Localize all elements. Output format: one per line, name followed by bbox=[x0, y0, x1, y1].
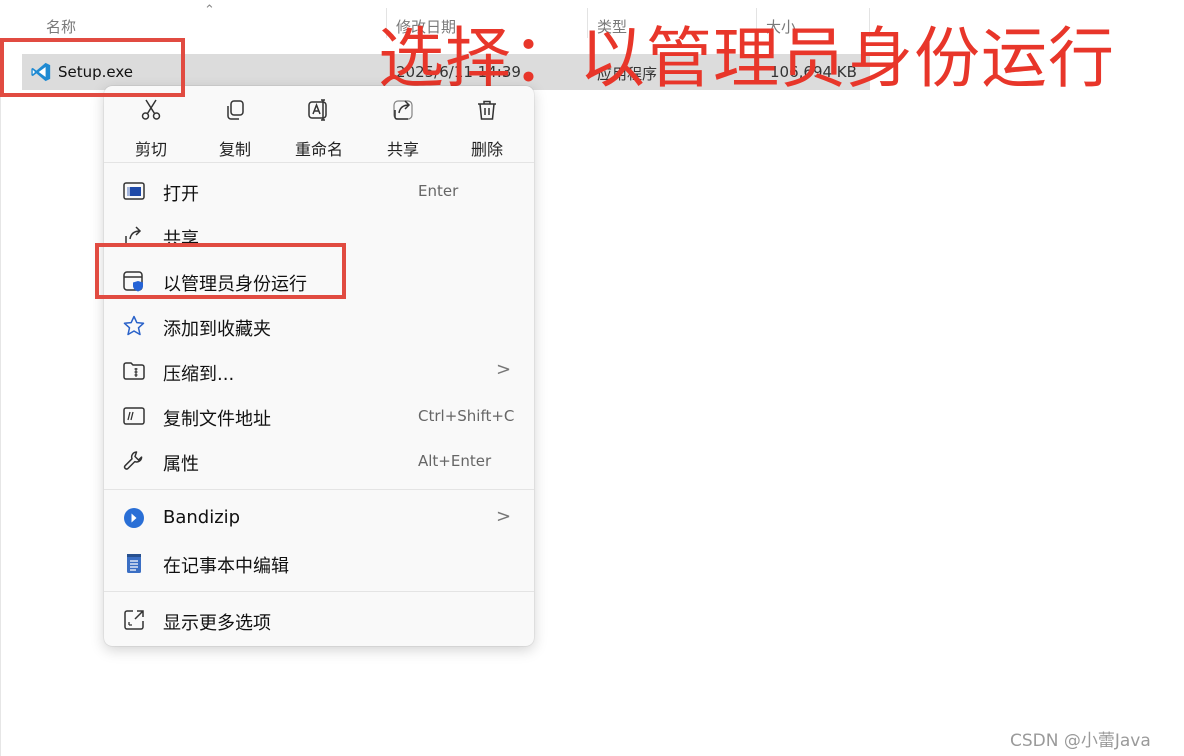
window-left-border bbox=[0, 0, 1, 756]
share-icon bbox=[393, 100, 413, 120]
menu-divider bbox=[104, 591, 534, 592]
cut-icon bbox=[141, 99, 161, 120]
menu-item-shortcut: Alt+Enter bbox=[418, 452, 492, 470]
menu-item-compress-to[interactable]: 压缩到... > bbox=[104, 349, 534, 393]
menu-item-label: 显示更多选项 bbox=[163, 613, 271, 634]
rename-icon bbox=[308, 99, 327, 121]
column-name[interactable]: 名称 bbox=[36, 0, 384, 38]
menu-item-label: 在记事本中编辑 bbox=[163, 556, 289, 577]
copy-path-icon bbox=[123, 407, 145, 425]
menu-item-bandizip[interactable]: Bandizip > bbox=[104, 496, 534, 540]
notepad-icon bbox=[127, 554, 141, 573]
more-options-icon bbox=[124, 610, 144, 630]
copy-button[interactable]: 复制 bbox=[200, 92, 270, 159]
wrench-icon bbox=[123, 451, 143, 470]
menu-item-label: 压缩到... bbox=[163, 364, 235, 385]
menu-divider bbox=[104, 162, 534, 163]
star-icon bbox=[123, 315, 145, 336]
submenu-chevron-icon: > bbox=[496, 359, 512, 380]
context-menu: 剪切 复制 重命名 共享 删除 打开 Enter 共享 以管理员身份运行 添加到… bbox=[104, 86, 534, 646]
rename-button[interactable]: 重命名 bbox=[284, 92, 354, 159]
menu-item-label: 属性 bbox=[163, 454, 199, 475]
menu-item-properties[interactable]: 属性 Alt+Enter bbox=[104, 439, 534, 483]
menu-divider bbox=[104, 489, 534, 490]
delete-button[interactable]: 删除 bbox=[452, 92, 522, 159]
share-quick-button[interactable]: 共享 bbox=[368, 92, 438, 159]
menu-item-copy-path[interactable]: 复制文件地址 Ctrl+Shift+C bbox=[104, 394, 534, 438]
menu-item-label: 复制文件地址 bbox=[163, 409, 271, 430]
menu-item-add-favorite[interactable]: 添加到收藏夹 bbox=[104, 304, 534, 348]
menu-item-label: 打开 bbox=[163, 184, 199, 205]
menu-item-shortcut: Ctrl+Shift+C bbox=[418, 407, 515, 425]
menu-item-shortcut: Enter bbox=[418, 182, 459, 200]
cut-button[interactable]: 剪切 bbox=[116, 92, 186, 159]
open-icon bbox=[123, 182, 145, 200]
cut-label: 剪切 bbox=[134, 140, 167, 159]
submenu-chevron-icon: > bbox=[496, 506, 512, 527]
watermark: CSDN @小蕾Java bbox=[1010, 731, 1151, 751]
annotation-text: 选择：以管理员身份运行 bbox=[378, 20, 1115, 97]
delete-icon bbox=[478, 100, 496, 120]
copy-label: 复制 bbox=[218, 140, 251, 159]
highlight-box-file bbox=[0, 38, 185, 97]
column-name-label: 名称 bbox=[46, 18, 77, 36]
rename-label: 重命名 bbox=[294, 140, 343, 159]
menu-item-show-more[interactable]: 显示更多选项 bbox=[104, 598, 534, 642]
copy-icon bbox=[227, 100, 244, 120]
highlight-box-run-as-admin bbox=[95, 243, 346, 299]
bandizip-icon bbox=[124, 508, 144, 528]
share-quick-label: 共享 bbox=[386, 140, 419, 159]
zip-folder-icon bbox=[123, 362, 145, 380]
menu-item-edit-notepad[interactable]: 在记事本中编辑 bbox=[104, 541, 534, 585]
menu-item-open[interactable]: 打开 Enter bbox=[104, 169, 534, 213]
menu-item-label: Bandizip bbox=[163, 507, 241, 528]
menu-item-label: 添加到收藏夹 bbox=[163, 319, 271, 340]
delete-label: 删除 bbox=[470, 140, 503, 159]
